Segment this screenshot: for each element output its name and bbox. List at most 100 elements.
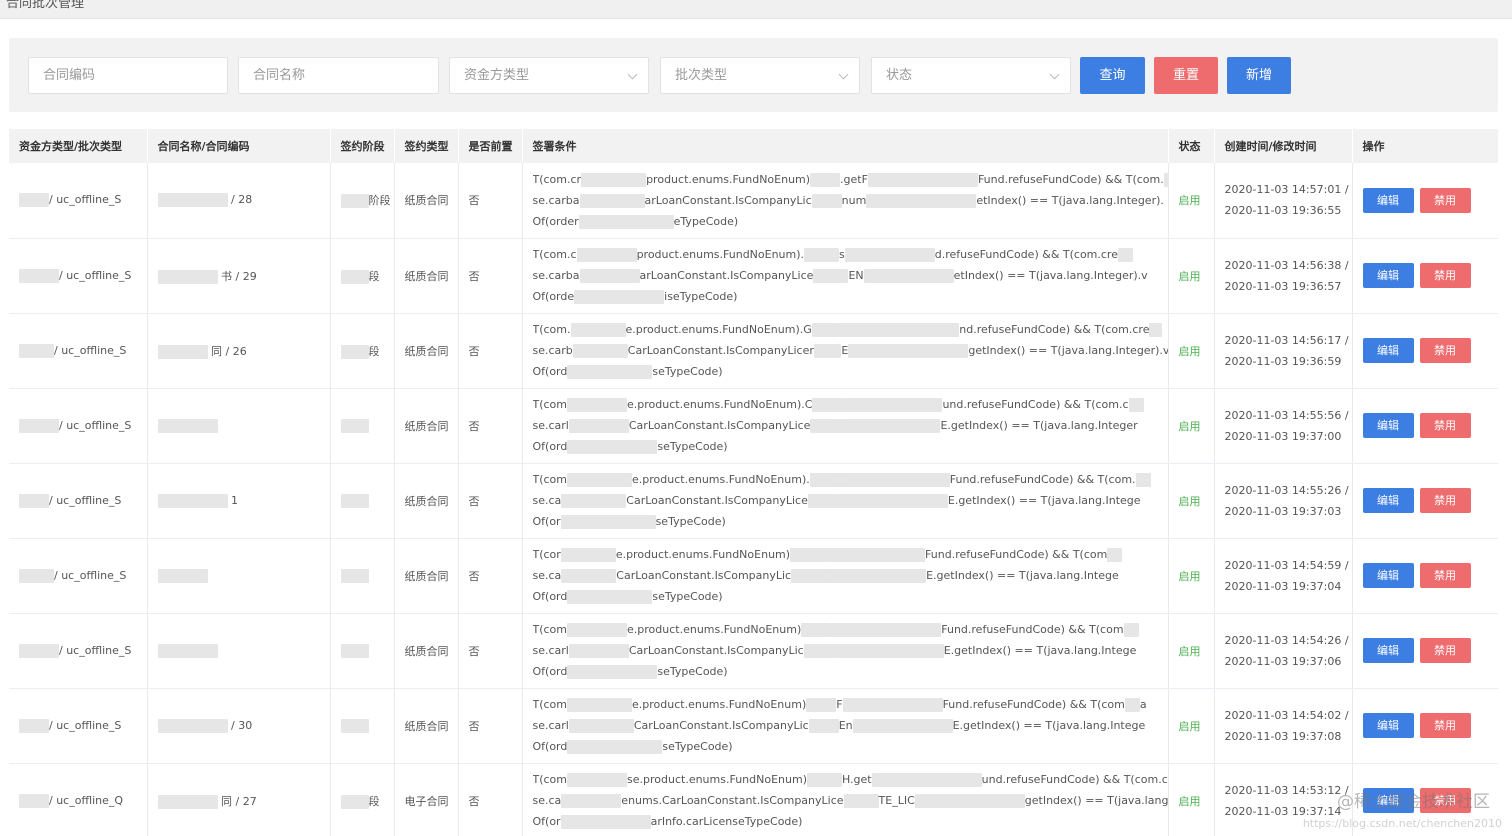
is-pre-cell: 否: [458, 613, 523, 689]
condition-line: se.carl CarLoanConstant.IsCompanyLic En E.g…: [533, 715, 1168, 736]
status-placeholder: 状态: [886, 68, 913, 83]
actions-cell: 编辑 禁用: [1352, 163, 1498, 239]
contract-name-text: 书 / 29: [221, 269, 257, 283]
redacted-block: [19, 568, 54, 583]
redacted-block: [19, 793, 49, 808]
edit-button[interactable]: 编辑: [1362, 413, 1414, 438]
status-cell: 启用: [1168, 388, 1215, 464]
condition-text: se.ca: [532, 569, 562, 582]
page-title: 合同批次管理: [6, 0, 85, 11]
created-time: 2020-11-03 14:55:26 /: [1224, 483, 1349, 497]
query-button[interactable]: 查询: [1080, 57, 1145, 94]
edit-button[interactable]: 编辑: [1362, 488, 1414, 513]
condition-text: E.getIndex() == T(java.lang.Intege: [952, 719, 1146, 732]
edit-button[interactable]: 编辑: [1362, 187, 1414, 213]
fund-batch-cell: / uc_offline_S: [9, 688, 148, 764]
redacted-block: [157, 568, 208, 583]
condition-text: seTypeCode): [652, 590, 723, 603]
condition-text: se.ca: [532, 494, 562, 507]
condition-text: T(cor: [532, 548, 561, 561]
created-time: 2020-11-03 14:54:02 /: [1224, 708, 1349, 722]
redacted-block: [567, 773, 628, 787]
redacted-block: [867, 172, 978, 187]
disable-button[interactable]: 禁用: [1419, 638, 1471, 663]
condition-text: Of(ord: [532, 365, 568, 378]
edit-button[interactable]: 编辑: [1362, 338, 1414, 363]
watermark-url: https://blog.csdn.net/chenchen2010: [1302, 817, 1502, 830]
redacted-block: [843, 794, 879, 808]
disable-button[interactable]: 禁用: [1419, 713, 1471, 738]
sign-stage-text: 段: [368, 269, 380, 283]
redacted-block: [842, 698, 943, 712]
redacted-block: [560, 548, 616, 562]
disable-button[interactable]: 禁用: [1419, 488, 1471, 513]
contract-code-input[interactable]: 合同编码: [28, 57, 228, 94]
edit-button[interactable]: 编辑: [1362, 563, 1414, 588]
fund-type-select[interactable]: 资金方类型: [449, 57, 649, 94]
disable-button[interactable]: 禁用: [1419, 563, 1471, 588]
actions-cell: 编辑 禁用: [1352, 313, 1498, 389]
redacted-block: [581, 172, 647, 187]
disable-button[interactable]: 禁用: [1419, 187, 1471, 213]
condition-text: E.getIndex() == T(java.lang.Intege: [947, 494, 1141, 507]
fund-batch-text: / uc_offline_S: [59, 268, 132, 282]
reset-button[interactable]: 重置: [1154, 57, 1218, 94]
edit-button[interactable]: 编辑: [1362, 263, 1414, 288]
condition-text: s: [839, 248, 845, 261]
is-pre-cell: 否: [458, 163, 523, 239]
actions-cell: 编辑 禁用: [1352, 688, 1498, 764]
status-select[interactable]: 状态: [871, 57, 1071, 94]
time-cell: 2020-11-03 14:56:38 / 2020-11-03 19:36:57: [1214, 238, 1353, 314]
header-fund-batch-type: 资金方类型/批次类型: [9, 129, 148, 163]
condition-text: CarLoanConstant.IsCompanyLic: [633, 719, 809, 732]
fund-batch-cell: / uc_offline_S: [9, 238, 148, 314]
condition-line: Of(or seTypeCode): [533, 511, 1168, 532]
fund-batch-text: / uc_offline_S: [59, 643, 132, 657]
contract-name-text: / 30: [231, 718, 253, 732]
add-button[interactable]: 新增: [1227, 57, 1291, 94]
redacted-block: [1117, 248, 1133, 262]
sign-stage-text: 段: [368, 344, 380, 358]
redacted-block: [340, 344, 369, 359]
fund-batch-text: / uc_offline_S: [59, 418, 132, 432]
edit-button[interactable]: 编辑: [1362, 713, 1414, 738]
redacted-block: [340, 269, 369, 284]
disable-button[interactable]: 禁用: [1419, 263, 1471, 288]
contract-name-placeholder: 合同名称: [253, 68, 306, 83]
disable-button[interactable]: 禁用: [1419, 338, 1471, 363]
condition-line: Of(ord seTypeCode): [533, 586, 1168, 607]
redacted-block: [810, 419, 841, 433]
disable-button[interactable]: 禁用: [1419, 413, 1471, 438]
redacted-block: [157, 718, 228, 733]
contract-name-input[interactable]: 合同名称: [238, 57, 439, 94]
condition-text: se.carba: [532, 269, 580, 282]
condition-text: seTypeCode): [652, 365, 723, 378]
status-cell: 启用: [1168, 688, 1215, 764]
condition-text: product.enums.FundNoEnum): [646, 172, 811, 186]
chevron-down-icon: [1049, 69, 1060, 80]
redacted-block: [804, 248, 840, 262]
modified-time: 2020-11-03 19:37:03: [1224, 504, 1342, 518]
condition-text: Of(ord: [532, 440, 568, 453]
batch-type-select[interactable]: 批次类型: [660, 57, 860, 94]
redacted-block: [833, 644, 944, 658]
header-sign-stage: 签约阶段: [330, 129, 395, 163]
modified-time: 2020-11-03 19:36:57: [1224, 279, 1342, 293]
redacted-block: [19, 268, 59, 283]
is-pre-cell: 否: [458, 463, 523, 539]
condition-text: CarLoanConstant.IsCompanyLice: [628, 419, 811, 432]
edit-button[interactable]: 编辑: [1362, 638, 1414, 663]
redacted-block: [567, 623, 628, 637]
condition-text: T(com.cr: [532, 172, 582, 186]
condition-text: seTypeCode): [662, 740, 733, 753]
sign-type-cell: 纸质合同: [394, 613, 459, 689]
header-is-pre: 是否前置: [458, 129, 523, 163]
condition-text: Of(ord: [532, 665, 568, 678]
sign-stage-cell: 阶段: [330, 163, 395, 239]
redacted-block: [340, 568, 369, 583]
contract-name-text: 同 / 26: [211, 344, 247, 358]
condition-line: Of(order eTypeCode): [533, 211, 1168, 232]
condition-text: und.refuseFundCode) && T(com.c: [981, 773, 1168, 786]
redacted-block: [340, 418, 369, 433]
redacted-block: [811, 193, 842, 208]
